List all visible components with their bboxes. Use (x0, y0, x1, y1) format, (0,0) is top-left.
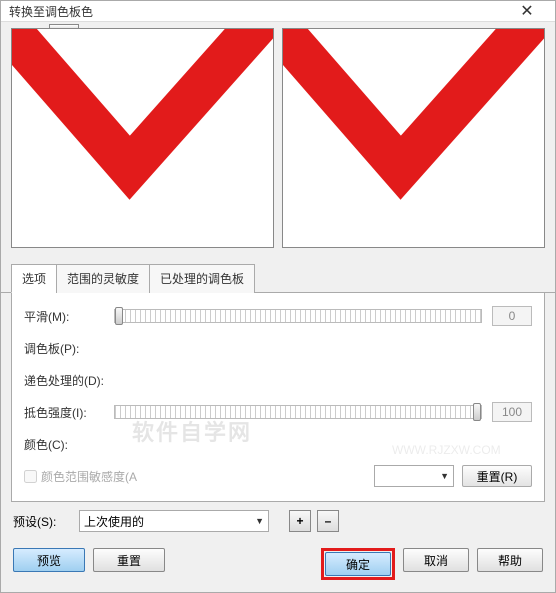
tab-content-options: 平滑(M): 0 调色板(P): 递色处理的(D): 抵色强度(I): 100 … (11, 293, 545, 502)
intensity-slider-thumb[interactable] (473, 403, 481, 421)
tab-options[interactable]: 选项 (11, 264, 57, 293)
palette-label: 调色板(P): (24, 340, 114, 357)
dialog-buttons: 预览 重置 确定 取消 帮助 (1, 540, 555, 592)
reset-r-button[interactable]: 重置(R) (462, 465, 532, 487)
preview-area (1, 22, 555, 258)
preview-button[interactable]: 预览 (13, 548, 85, 572)
tab-bar: 选项 范围的灵敏度 已处理的调色板 (1, 264, 555, 293)
preview-before[interactable] (11, 28, 274, 248)
intensity-label: 抵色强度(I): (24, 404, 114, 421)
smooth-slider-thumb[interactable] (115, 307, 123, 325)
preview-after[interactable] (282, 28, 545, 248)
chevron-down-icon: ▼ (255, 516, 264, 526)
ok-highlight: 确定 (321, 548, 395, 580)
dialog-title: 转换至调色板色 (9, 3, 507, 20)
dither-label: 递色处理的(D): (24, 372, 114, 389)
color-label: 颜色(C): (24, 436, 114, 453)
chevron-down-icon: ▼ (440, 471, 449, 481)
cancel-button[interactable]: 取消 (403, 548, 469, 572)
range-sensitivity-label: 颜色范围敏感度(A (41, 468, 137, 485)
smooth-label: 平滑(M): (24, 308, 114, 325)
close-icon[interactable]: ✕ (507, 1, 547, 21)
preset-label: 预设(S): (13, 513, 73, 530)
titlebar: 转换至调色板色 ✕ (1, 1, 555, 22)
preset-dropdown[interactable]: 上次使用的 ▼ (79, 510, 269, 532)
color-dropdown[interactable]: ▼ (374, 465, 454, 487)
help-button[interactable]: 帮助 (477, 548, 543, 572)
remove-preset-button[interactable]: – (317, 510, 339, 532)
intensity-value: 100 (492, 402, 532, 422)
smooth-slider[interactable] (114, 309, 482, 323)
preset-row: 预设(S): 上次使用的 ▼ + – (1, 502, 555, 540)
tab-processed-palette[interactable]: 已处理的调色板 (149, 264, 255, 293)
reset-button[interactable]: 重置 (93, 548, 165, 572)
dialog-convert-to-palette: 转换至调色板色 ✕ 选项 范围的灵敏度 已处理的调色板 平滑(M): 0 (0, 0, 556, 593)
preset-value: 上次使用的 (84, 513, 144, 530)
intensity-slider[interactable] (114, 405, 482, 419)
range-sensitivity-checkbox (24, 470, 37, 483)
smooth-value: 0 (492, 306, 532, 326)
ok-button[interactable]: 确定 (325, 552, 391, 576)
tab-sensitivity[interactable]: 范围的灵敏度 (56, 264, 150, 293)
add-preset-button[interactable]: + (289, 510, 311, 532)
